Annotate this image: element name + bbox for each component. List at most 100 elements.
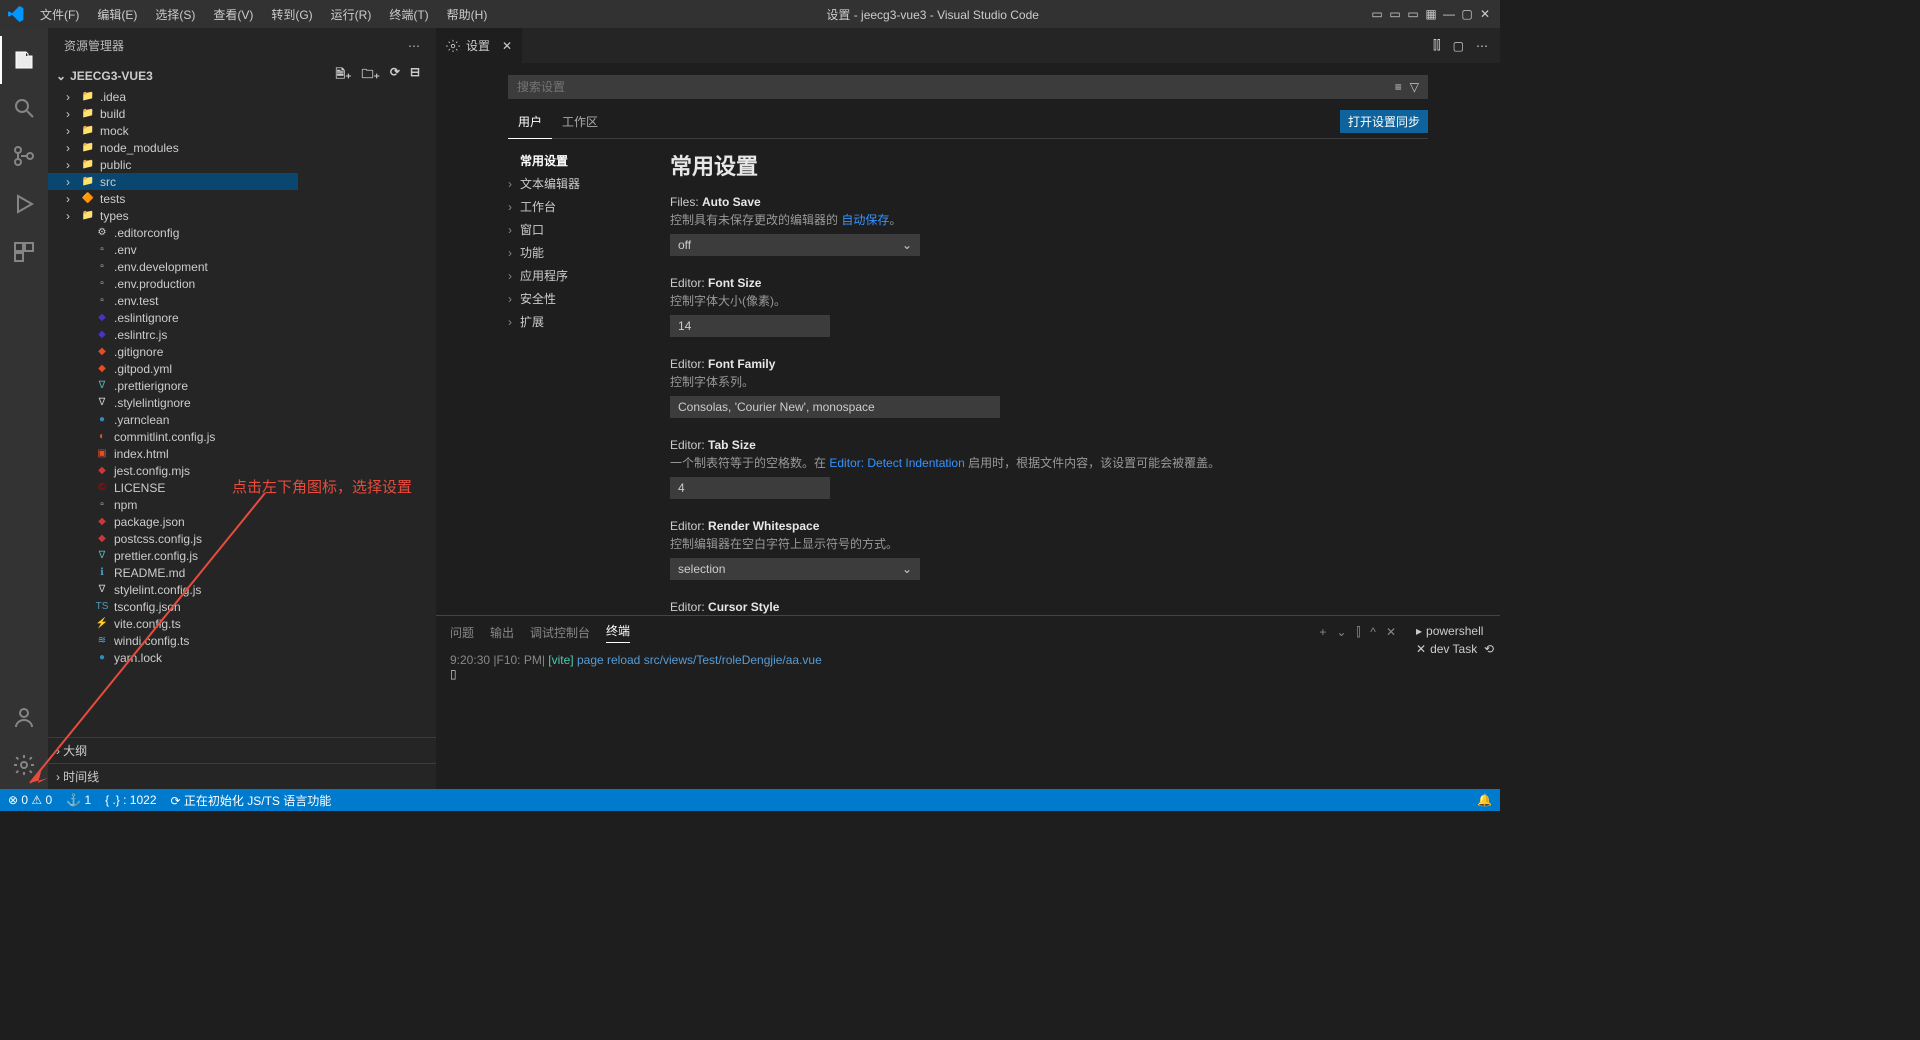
layout-customize-icon[interactable]: ▦ bbox=[1424, 7, 1438, 21]
settings-scope-workspace[interactable]: 工作区 bbox=[552, 105, 608, 138]
folder-types[interactable]: ›📁types bbox=[48, 207, 436, 224]
file-.eslintrc.js[interactable]: ◆.eslintrc.js bbox=[48, 326, 436, 343]
file-commitlint.config.js[interactable]: ◐commitlint.config.js bbox=[48, 428, 436, 445]
open-new-window-icon[interactable]: ▢ bbox=[1453, 39, 1464, 53]
font-size-input[interactable] bbox=[670, 315, 830, 337]
window-maximize-icon[interactable]: ▢ bbox=[1460, 7, 1474, 21]
folder-.idea[interactable]: ›📁.idea bbox=[48, 88, 436, 105]
terminal-split-icon[interactable]: ⫿ bbox=[1356, 625, 1360, 640]
window-minimize-icon[interactable]: — bbox=[1442, 7, 1456, 21]
folder-build[interactable]: ›📁build bbox=[48, 105, 436, 122]
terminal-item-dev[interactable]: ✕dev Task⟲ bbox=[1416, 640, 1494, 658]
file-jest.config.mjs[interactable]: ◆jest.config.mjs bbox=[48, 462, 436, 479]
layout-toggle-left-icon[interactable]: ▭ bbox=[1370, 7, 1384, 21]
panel-tab-problems[interactable]: 问题 bbox=[450, 624, 474, 641]
file-README.md[interactable]: ℹREADME.md bbox=[48, 564, 436, 581]
folder-public[interactable]: ›📁public bbox=[48, 156, 436, 173]
font-family-input[interactable] bbox=[670, 396, 1000, 418]
tab-close-icon[interactable]: ✕ bbox=[502, 39, 512, 53]
file-.stylelintignore[interactable]: ∇.stylelintignore bbox=[48, 394, 436, 411]
menu-go[interactable]: 转到(G) bbox=[263, 2, 320, 27]
file-LICENSE[interactable]: ©LICENSE bbox=[48, 479, 436, 496]
file-.yarnclean[interactable]: ●.yarnclean bbox=[48, 411, 436, 428]
file-.env[interactable]: ▫.env bbox=[48, 241, 436, 258]
toc-扩展[interactable]: ›扩展 bbox=[508, 310, 648, 333]
window-close-icon[interactable]: ✕ bbox=[1478, 7, 1492, 21]
menu-edit[interactable]: 编辑(E) bbox=[89, 2, 145, 27]
more-actions-icon[interactable]: ⋯ bbox=[1476, 39, 1488, 53]
menu-run[interactable]: 运行(R) bbox=[323, 2, 380, 27]
activity-account[interactable] bbox=[0, 693, 48, 741]
terminal-item-powershell[interactable]: ▸powershell bbox=[1416, 622, 1494, 640]
new-file-icon[interactable]: 🗎₊ bbox=[336, 65, 352, 86]
file-.env.production[interactable]: ▫.env.production bbox=[48, 275, 436, 292]
settings-search[interactable]: ≡ ▽ bbox=[508, 75, 1428, 99]
settings-sync-button[interactable]: 打开设置同步 bbox=[1340, 110, 1428, 133]
menu-terminal[interactable]: 终端(T) bbox=[381, 2, 436, 27]
file-.gitignore[interactable]: ◆.gitignore bbox=[48, 343, 436, 360]
refresh-icon[interactable]: ⟳ bbox=[390, 65, 400, 86]
tab-settings[interactable]: 设置 ✕ bbox=[436, 28, 522, 63]
tab-size-input[interactable] bbox=[670, 477, 830, 499]
menu-file[interactable]: 文件(F) bbox=[32, 2, 87, 27]
explorer-more-icon[interactable]: ⋯ bbox=[408, 39, 420, 53]
file-tsconfig.json[interactable]: TStsconfig.json bbox=[48, 598, 436, 615]
render-whitespace-select[interactable]: selection⌄ bbox=[670, 558, 920, 580]
activity-extensions[interactable] bbox=[0, 228, 48, 276]
layout-toggle-right-icon[interactable]: ▭ bbox=[1406, 7, 1420, 21]
file-.env.development[interactable]: ▫.env.development bbox=[48, 258, 436, 275]
file-.gitpod.yml[interactable]: ◆.gitpod.yml bbox=[48, 360, 436, 377]
settings-search-input[interactable] bbox=[517, 80, 1395, 94]
layout-toggle-bottom-icon[interactable]: ▭ bbox=[1388, 7, 1402, 21]
menu-view[interactable]: 查看(V) bbox=[205, 2, 261, 27]
file-npm[interactable]: ▫npm bbox=[48, 496, 436, 513]
activity-search[interactable] bbox=[0, 84, 48, 132]
panel-tab-debug[interactable]: 调试控制台 bbox=[530, 624, 590, 641]
terminal-maximize-icon[interactable]: ^ bbox=[1370, 625, 1376, 640]
toc-工作台[interactable]: ›工作台 bbox=[508, 195, 648, 218]
file-yarn.lock[interactable]: ●yarn.lock bbox=[48, 649, 436, 666]
menu-help[interactable]: 帮助(H) bbox=[439, 2, 496, 27]
terminal-new-icon[interactable]: + bbox=[1319, 625, 1326, 640]
activity-explorer[interactable] bbox=[0, 36, 48, 84]
panel-tab-output[interactable]: 输出 bbox=[490, 624, 514, 641]
file-.eslintignore[interactable]: ◆.eslintignore bbox=[48, 309, 436, 326]
toc-常用设置[interactable]: 常用设置 bbox=[508, 149, 648, 172]
file-index.html[interactable]: ▣index.html bbox=[48, 445, 436, 462]
file-vite.config.ts[interactable]: ⚡vite.config.ts bbox=[48, 615, 436, 632]
outline-section[interactable]: › 大纲 bbox=[48, 737, 436, 763]
file-.editorconfig[interactable]: ⚙.editorconfig bbox=[48, 224, 436, 241]
split-editor-icon[interactable]: ⫿⫿ bbox=[1433, 38, 1441, 53]
folder-node_modules[interactable]: ›📁node_modules bbox=[48, 139, 436, 156]
timeline-section[interactable]: › 时间线 bbox=[48, 763, 436, 789]
terminal-dropdown-icon[interactable]: ⌄ bbox=[1336, 625, 1346, 640]
file-postcss.config.js[interactable]: ◆postcss.config.js bbox=[48, 530, 436, 547]
settings-scope-user[interactable]: 用户 bbox=[508, 105, 552, 139]
project-name[interactable]: JEECG3-VUE3 bbox=[70, 69, 153, 83]
auto-save-link[interactable]: 自动保存 bbox=[841, 213, 889, 227]
file-windi.config.ts[interactable]: ≋windi.config.ts bbox=[48, 632, 436, 649]
folder-src[interactable]: ›📁src bbox=[48, 173, 298, 190]
menu-selection[interactable]: 选择(S) bbox=[147, 2, 203, 27]
status-ts-loading[interactable]: ⟳ 正在初始化 JS/TS 语言功能 bbox=[171, 792, 332, 809]
status-notifications-icon[interactable]: 🔔 bbox=[1477, 793, 1492, 807]
folder-tests[interactable]: ›🔶tests bbox=[48, 190, 436, 207]
activity-debug[interactable] bbox=[0, 180, 48, 228]
collapse-icon[interactable]: ⊟ bbox=[410, 65, 420, 86]
toc-文本编辑器[interactable]: ›文本编辑器 bbox=[508, 172, 648, 195]
terminal-close-icon[interactable]: ✕ bbox=[1386, 625, 1396, 640]
panel-tab-terminal[interactable]: 终端 bbox=[606, 622, 630, 643]
toc-应用程序[interactable]: ›应用程序 bbox=[508, 264, 648, 287]
filter-icon[interactable]: ▽ bbox=[1410, 80, 1419, 94]
file-prettier.config.js[interactable]: ∇prettier.config.js bbox=[48, 547, 436, 564]
detect-indent-link[interactable]: Editor: Detect Indentation bbox=[829, 456, 964, 470]
status-lines[interactable]: { .} : 1022 bbox=[105, 793, 156, 807]
toc-窗口[interactable]: ›窗口 bbox=[508, 218, 648, 241]
auto-save-select[interactable]: off⌄ bbox=[670, 234, 920, 256]
clear-search-icon[interactable]: ≡ bbox=[1395, 80, 1402, 94]
file-.prettierignore[interactable]: ∇.prettierignore bbox=[48, 377, 436, 394]
folder-mock[interactable]: ›📁mock bbox=[48, 122, 436, 139]
new-folder-icon[interactable]: 🗀₊ bbox=[362, 65, 380, 86]
activity-scm[interactable] bbox=[0, 132, 48, 180]
file-stylelint.config.js[interactable]: ∇stylelint.config.js bbox=[48, 581, 436, 598]
